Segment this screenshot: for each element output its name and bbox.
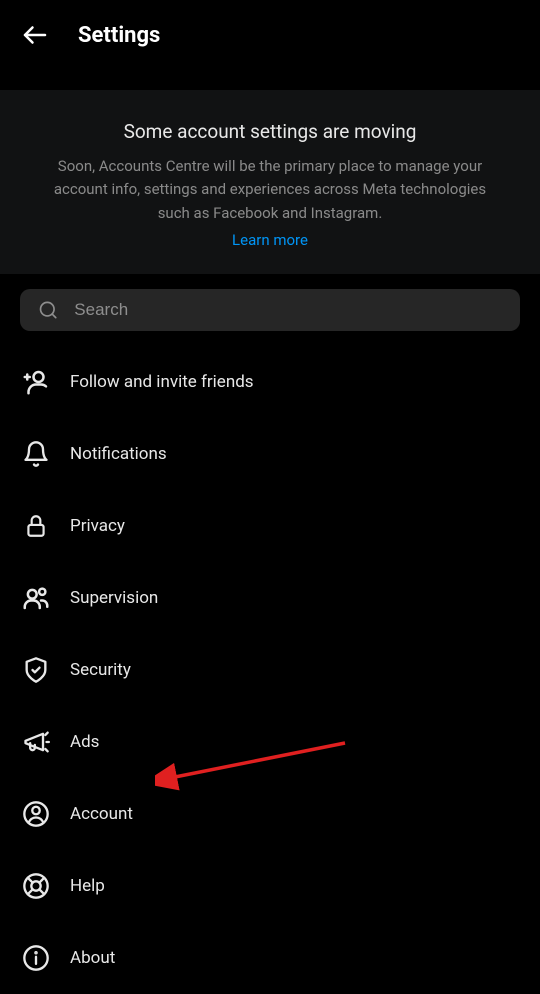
menu-label: Ads bbox=[70, 732, 99, 752]
search-icon bbox=[38, 299, 58, 321]
back-arrow-icon bbox=[20, 20, 50, 50]
header: Settings bbox=[0, 0, 540, 70]
menu-label: Help bbox=[70, 876, 105, 896]
banner-description: Soon, Accounts Centre will be the primar… bbox=[40, 155, 500, 225]
menu-label: Privacy bbox=[70, 516, 125, 536]
menu-label: Notifications bbox=[70, 444, 167, 464]
follow-invite-icon bbox=[20, 366, 52, 398]
info-icon bbox=[20, 942, 52, 974]
shield-check-icon bbox=[20, 654, 52, 686]
search-input[interactable] bbox=[74, 300, 502, 320]
menu-label: About bbox=[70, 948, 115, 968]
settings-menu: Follow and invite friends Notifications … bbox=[0, 346, 540, 994]
menu-item-supervision[interactable]: Supervision bbox=[20, 562, 520, 634]
learn-more-link[interactable]: Learn more bbox=[40, 231, 500, 249]
search-container bbox=[0, 274, 540, 346]
accounts-centre-banner: Some account settings are moving Soon, A… bbox=[0, 90, 540, 274]
menu-item-about[interactable]: About bbox=[20, 922, 520, 994]
menu-item-security[interactable]: Security bbox=[20, 634, 520, 706]
account-circle-icon bbox=[20, 798, 52, 830]
banner-title: Some account settings are moving bbox=[40, 120, 500, 143]
page-title: Settings bbox=[78, 23, 160, 48]
menu-label: Account bbox=[70, 804, 133, 824]
bell-icon bbox=[20, 438, 52, 470]
menu-label: Supervision bbox=[70, 588, 158, 608]
menu-item-help[interactable]: Help bbox=[20, 850, 520, 922]
back-button[interactable] bbox=[20, 20, 50, 50]
menu-label: Security bbox=[70, 660, 131, 680]
menu-item-notifications[interactable]: Notifications bbox=[20, 418, 520, 490]
menu-item-ads[interactable]: Ads bbox=[20, 706, 520, 778]
search-bar[interactable] bbox=[20, 289, 520, 331]
megaphone-icon bbox=[20, 726, 52, 758]
menu-label: Follow and invite friends bbox=[70, 372, 254, 392]
menu-item-privacy[interactable]: Privacy bbox=[20, 490, 520, 562]
menu-item-account[interactable]: Account bbox=[20, 778, 520, 850]
supervision-icon bbox=[20, 582, 52, 614]
lifebuoy-icon bbox=[20, 870, 52, 902]
menu-item-follow-invite[interactable]: Follow and invite friends bbox=[20, 346, 520, 418]
lock-icon bbox=[20, 510, 52, 542]
